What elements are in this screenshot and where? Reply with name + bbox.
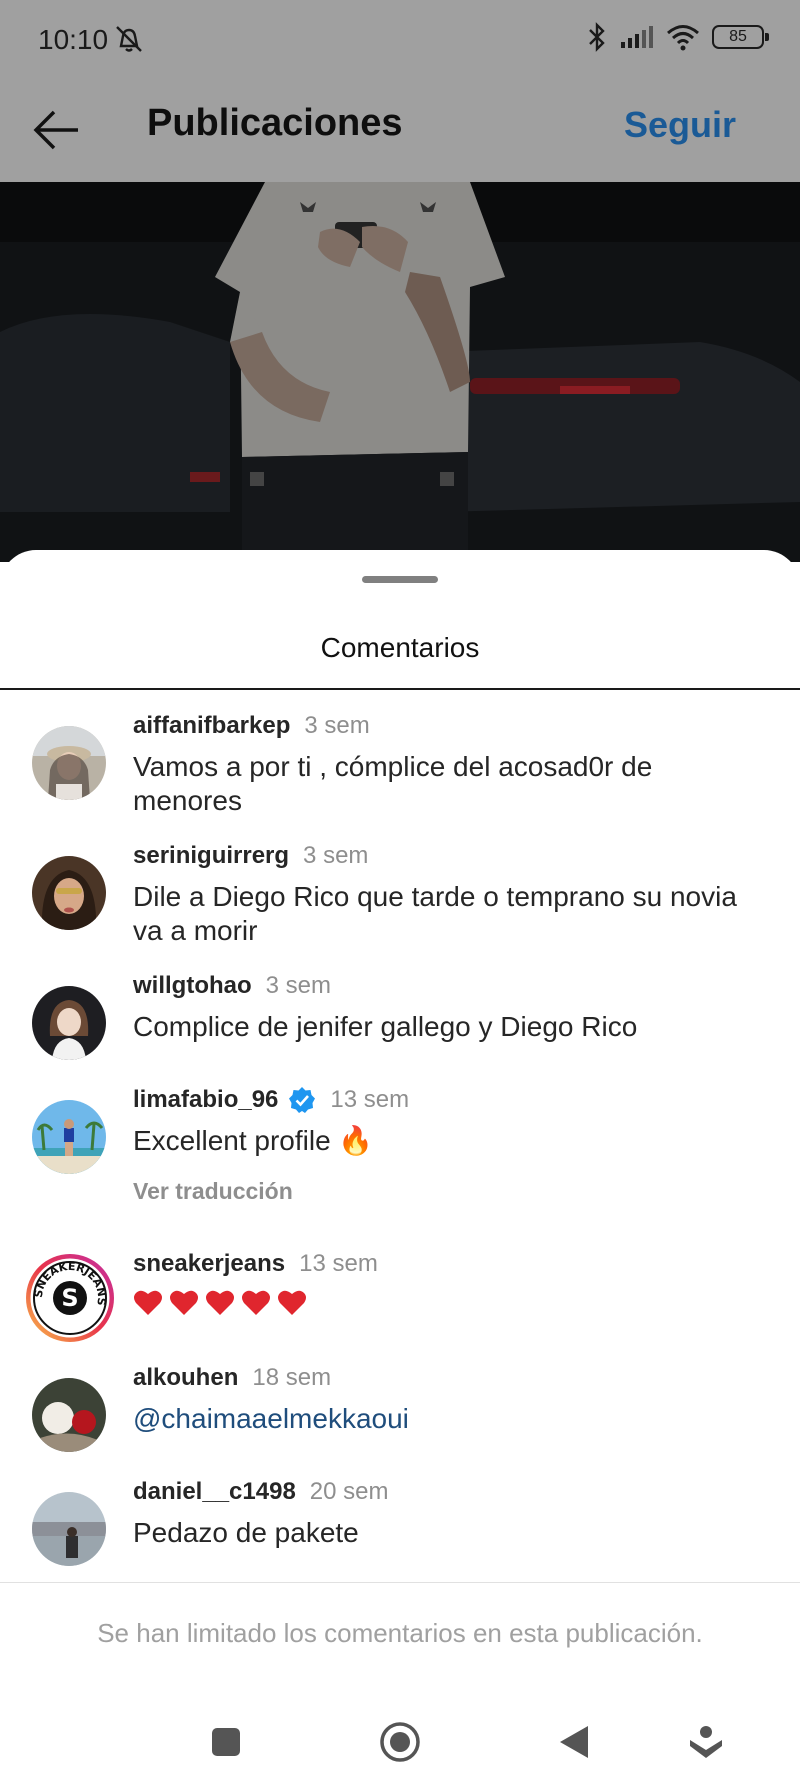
signal-icon bbox=[621, 26, 653, 48]
status-icons: 85 bbox=[586, 22, 769, 52]
bluetooth-icon bbox=[589, 22, 605, 52]
comment-username[interactable]: limafabio_96 bbox=[133, 1086, 278, 1114]
sheet-drag-handle[interactable] bbox=[362, 576, 438, 583]
comment-time: 18 sem bbox=[252, 1364, 332, 1391]
system-navigation-bar bbox=[0, 1698, 800, 1778]
avatar[interactable] bbox=[32, 1378, 106, 1452]
comment-username[interactable]: seriniguirrerg bbox=[133, 842, 289, 870]
comment-mention-link[interactable]: @chaimaaelmekkaoui bbox=[133, 1402, 753, 1436]
avatar[interactable] bbox=[32, 856, 106, 930]
comments-limited-notice: Se han limitado los comentarios en esta … bbox=[97, 1618, 703, 1648]
comment-username[interactable]: daniel__c1498 bbox=[133, 1478, 296, 1506]
svg-text:S: S bbox=[61, 1284, 78, 1312]
back-icon[interactable] bbox=[552, 1720, 596, 1764]
avatar[interactable] bbox=[32, 986, 106, 1060]
comment-text: Dile a Diego Rico que tarde o temprano s… bbox=[133, 881, 737, 946]
alarm-off-icon bbox=[116, 26, 142, 52]
back-arrow-icon[interactable] bbox=[30, 106, 82, 154]
heart-icon bbox=[170, 1290, 198, 1315]
avatar-logo[interactable]: SNEAKERJEANS S bbox=[24, 1252, 116, 1344]
status-bar: 10:10 85 bbox=[0, 0, 800, 78]
comment-text: Complice de jenifer gallego y Diego Rico bbox=[133, 1011, 638, 1042]
heart-icon bbox=[242, 1290, 270, 1315]
page-title: Publicaciones bbox=[147, 102, 403, 144]
heart-icon bbox=[134, 1290, 162, 1315]
see-translation-link[interactable]: Ver traducción bbox=[133, 1178, 293, 1205]
comment-time: 13 sem bbox=[330, 1086, 410, 1113]
wifi-icon bbox=[667, 25, 699, 51]
comment-username[interactable]: willgtohao bbox=[133, 972, 252, 1000]
avatar[interactable] bbox=[32, 726, 106, 800]
divider bbox=[0, 1582, 800, 1583]
heart-icon bbox=[206, 1290, 234, 1315]
comment-username[interactable]: sneakerjeans bbox=[133, 1250, 285, 1278]
comment-text: Pedazo de pakete bbox=[133, 1517, 359, 1548]
app-header: Publicaciones Seguir bbox=[0, 78, 800, 182]
assistant-icon[interactable] bbox=[684, 1720, 728, 1764]
comment-text: Excellent profile 🔥 bbox=[133, 1125, 374, 1156]
divider bbox=[0, 688, 800, 690]
comments-sheet: Comentarios aiffanifbarkep 3 sem Vamos a… bbox=[0, 550, 800, 1778]
comment-time: 20 sem bbox=[309, 1478, 389, 1505]
heart-icon bbox=[278, 1290, 306, 1315]
comment-time: 13 sem bbox=[299, 1250, 378, 1277]
comment-username[interactable]: aiffanifbarkep bbox=[133, 712, 290, 740]
comment-text: Vamos a por ti , cómplice del acosad0r d… bbox=[133, 751, 653, 816]
recents-icon[interactable] bbox=[204, 1720, 248, 1764]
avatar[interactable] bbox=[32, 1492, 106, 1566]
comment-username[interactable]: alkouhen bbox=[133, 1364, 238, 1392]
status-time: 10:10 bbox=[38, 24, 109, 55]
sheet-title: Comentarios bbox=[320, 632, 480, 663]
home-icon[interactable] bbox=[378, 1720, 422, 1764]
post-image bbox=[0, 182, 800, 562]
comment-time: 3 sem bbox=[304, 712, 370, 739]
comment-text bbox=[133, 1288, 753, 1316]
verified-badge-icon bbox=[289, 1087, 316, 1113]
follow-button[interactable]: Seguir bbox=[624, 104, 736, 146]
comment-time: 3 sem bbox=[265, 972, 332, 999]
comment-time: 3 sem bbox=[303, 842, 369, 869]
avatar[interactable] bbox=[32, 1100, 106, 1174]
battery-indicator: 85 bbox=[712, 25, 769, 49]
